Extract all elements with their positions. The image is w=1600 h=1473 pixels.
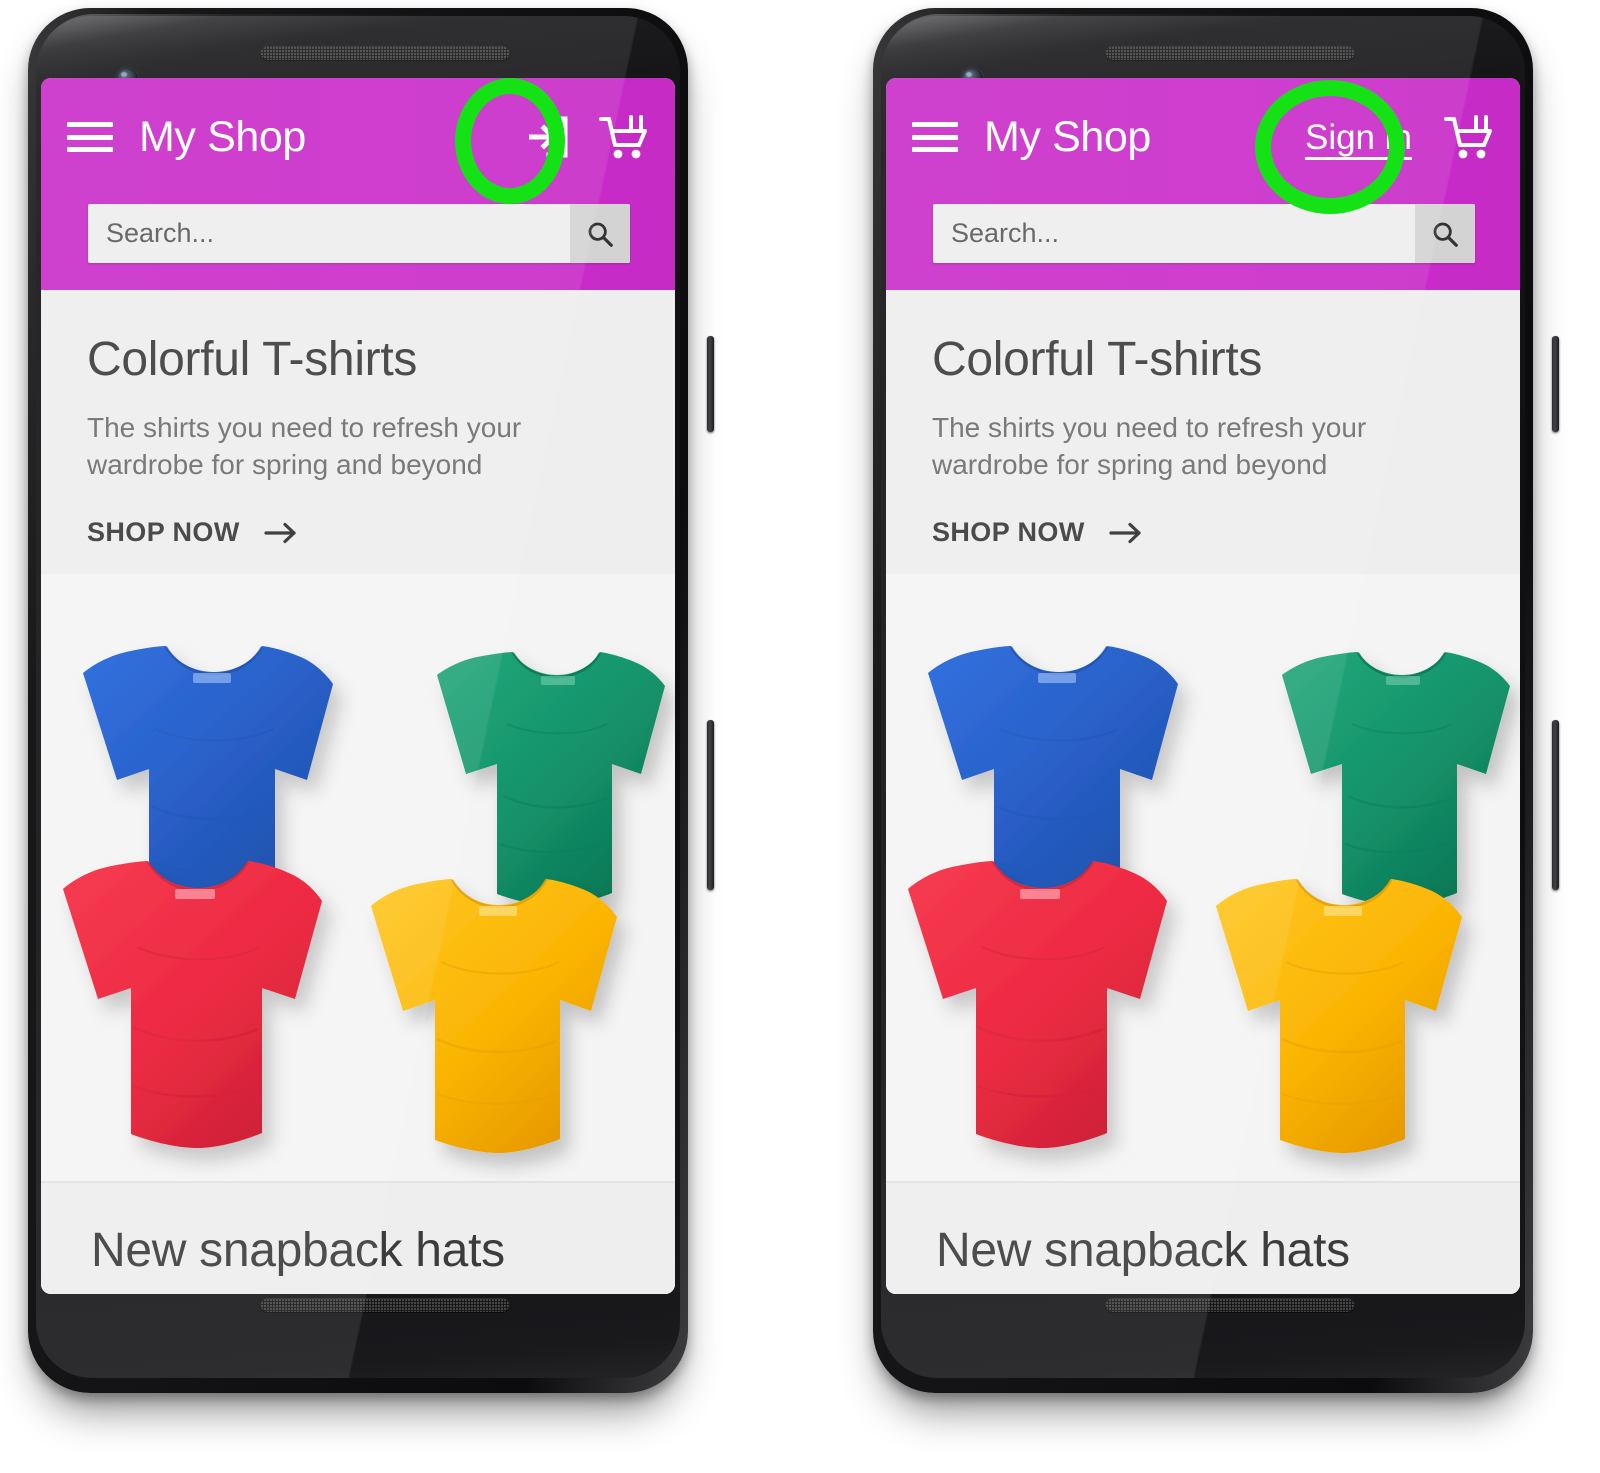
earpiece-speaker-icon — [260, 46, 510, 61]
volume-rocker-button[interactable] — [1552, 720, 1559, 890]
page-title: My Shop — [139, 112, 306, 161]
hero-title: Colorful T-shirts — [87, 333, 418, 386]
hero-subtitle: The shirts you need to refresh your ward… — [87, 411, 522, 481]
power-button[interactable] — [1552, 336, 1559, 432]
shopping-cart-icon[interactable] — [1442, 111, 1494, 163]
comparison-stage: My Shop Search... Colorful T-shirts The … — [0, 0, 1600, 1473]
second-card-subtitle: Dashing, distinctive. Stay shaded on sun… — [41, 1278, 675, 1294]
search-magnifier-icon — [1433, 222, 1458, 247]
earpiece-speaker-icon — [1105, 46, 1355, 61]
search-submit-button[interactable] — [570, 204, 630, 263]
hero-image — [886, 574, 1520, 1182]
volume-rocker-button[interactable] — [707, 720, 714, 890]
shop-now-button[interactable]: SHOP NOW — [886, 483, 1520, 548]
shop-now-label: SHOP NOW — [932, 517, 1085, 548]
search-submit-button[interactable] — [1415, 204, 1475, 263]
hero-title: Colorful T-shirts — [932, 333, 1263, 386]
phone-right-screen: My Shop Sign in Search... Colorful T-shi… — [886, 78, 1520, 1294]
page-content: Colorful T-shirts The shirts you need to… — [886, 290, 1520, 1294]
hero-card: Colorful T-shirts The shirts you need to… — [41, 290, 675, 1182]
shopping-cart-icon[interactable] — [597, 111, 649, 163]
phone-right: My Shop Sign in Search... Colorful T-shi… — [855, 0, 1559, 1420]
bottom-speaker-icon — [1105, 1298, 1355, 1313]
login-arrow-icon[interactable] — [519, 109, 575, 165]
sign-in-link[interactable]: Sign in — [1305, 120, 1412, 155]
power-button[interactable] — [707, 336, 714, 432]
arrow-right-icon — [264, 522, 296, 543]
second-card: New snapback hats Dashing, distinctive. … — [41, 1183, 675, 1294]
arrow-right-icon — [1109, 522, 1141, 543]
second-card: New snapback hats Dashing, distinctive. … — [886, 1183, 1520, 1294]
hero-card: Colorful T-shirts The shirts you need to… — [886, 290, 1520, 1182]
search-bar[interactable] — [88, 204, 630, 263]
shop-now-label: SHOP NOW — [87, 517, 240, 548]
hamburger-menu-icon[interactable] — [912, 119, 958, 155]
page-title: My Shop — [984, 112, 1151, 161]
second-card-title: New snapback hats — [936, 1224, 1350, 1278]
hamburger-menu-icon[interactable] — [67, 119, 113, 155]
hero-subtitle: The shirts you need to refresh your ward… — [932, 411, 1367, 481]
page-content: Colorful T-shirts The shirts you need to… — [41, 290, 675, 1294]
second-card-subtitle: Dashing, distinctive. Stay shaded on sun… — [886, 1278, 1520, 1294]
search-input[interactable] — [88, 204, 570, 263]
hero-image — [41, 574, 675, 1182]
app-bar: My Shop — [41, 78, 675, 290]
app-bar: My Shop Sign in — [886, 78, 1520, 290]
phone-left-screen: My Shop Search... Colorful T-shirts The … — [41, 78, 675, 1294]
search-magnifier-icon — [588, 222, 613, 247]
bottom-speaker-icon — [260, 1298, 510, 1313]
second-card-title: New snapback hats — [91, 1224, 505, 1278]
search-bar[interactable] — [933, 204, 1475, 263]
search-input[interactable] — [933, 204, 1415, 263]
shop-now-button[interactable]: SHOP NOW — [41, 483, 675, 548]
phone-left: My Shop Search... Colorful T-shirts The … — [10, 0, 714, 1420]
